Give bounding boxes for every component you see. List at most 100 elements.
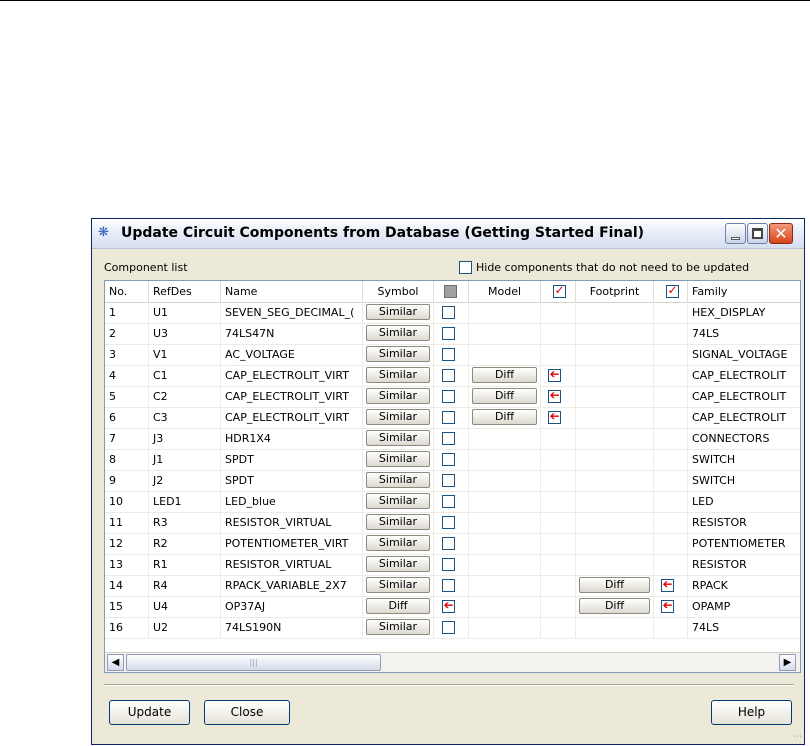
close-button[interactable]: Close: [204, 700, 290, 725]
table-row[interactable]: 4 C1 CAP_ELECTROLIT_VIRT Similar Diff ➔ CAP_EL…: [105, 365, 800, 387]
table-row[interactable]: 11 R3 RESISTOR_VIRTUAL Similar RESISTOR: [105, 512, 800, 534]
footprint-compare-button[interactable]: Diff: [579, 598, 650, 614]
symbol-update-checkbox[interactable]: ➔: [442, 598, 455, 613]
cell-name: CAP_ELECTROLIT_VIRT: [221, 407, 363, 428]
symbol-compare-button[interactable]: Similar: [366, 535, 430, 551]
symbol-update-checkbox[interactable]: [442, 369, 455, 382]
symbol-compare-button[interactable]: Similar: [366, 493, 430, 509]
cell-symbol-check: [434, 617, 469, 638]
symbol-compare-button[interactable]: Similar: [366, 388, 430, 404]
cell-refdes: J1: [149, 449, 221, 470]
title-bar[interactable]: ❋ Update Circuit Components from Databas…: [92, 219, 804, 249]
cell-no: 15: [105, 596, 149, 617]
symbol-compare-button[interactable]: Similar: [366, 367, 430, 383]
symbol-update-checkbox[interactable]: [442, 306, 455, 319]
symbol-compare-button[interactable]: Similar: [366, 472, 430, 488]
col-name-header[interactable]: Name: [221, 281, 363, 302]
symbol-update-checkbox[interactable]: [442, 495, 455, 508]
model-update-checkbox[interactable]: ➔: [548, 367, 561, 382]
resize-grip-icon[interactable]: ⋯: [793, 733, 802, 742]
table-row[interactable]: 8 J1 SPDT Similar SWITCH: [105, 449, 800, 471]
symbol-compare-button[interactable]: Similar: [366, 346, 430, 362]
table-row[interactable]: 16 U2 74LS190N Similar 74LS: [105, 617, 800, 639]
footprint-select-all-checkbox[interactable]: ✓: [666, 283, 679, 298]
model-compare-button[interactable]: Diff: [472, 409, 537, 425]
table-row[interactable]: 7 J3 HDR1X4 Similar CONNECTORS: [105, 428, 800, 450]
symbol-update-checkbox[interactable]: [442, 516, 455, 529]
cell-model: [469, 491, 541, 512]
close-window-button[interactable]: ✕: [769, 223, 793, 244]
table-row[interactable]: 13 R1 RESISTOR_VIRTUAL Similar RESISTOR: [105, 554, 800, 576]
cell-footprint-check: [654, 470, 688, 491]
cell-footprint: Diff: [576, 575, 654, 596]
symbol-update-checkbox[interactable]: [442, 453, 455, 466]
col-footprint-check-header: ✓: [654, 281, 688, 302]
col-no-header[interactable]: No.: [105, 281, 149, 302]
model-select-all-checkbox[interactable]: ✓: [553, 283, 566, 298]
symbol-compare-button[interactable]: Similar: [366, 619, 430, 635]
symbol-update-checkbox[interactable]: [442, 537, 455, 550]
cell-no: 7: [105, 428, 149, 449]
table-row[interactable]: 15 U4 OP37AJ Diff ➔ Diff ➔ OPAMP: [105, 596, 800, 618]
cell-refdes: C3: [149, 407, 221, 428]
symbol-update-checkbox[interactable]: [442, 411, 455, 424]
model-update-checkbox[interactable]: ➔: [548, 409, 561, 424]
symbol-compare-button[interactable]: Similar: [366, 430, 430, 446]
cell-model-check: [541, 428, 576, 449]
table-row[interactable]: 1 U1 SEVEN_SEG_DECIMAL_(Similar HEX_DISPLAY: [105, 302, 800, 324]
model-compare-button[interactable]: Diff: [472, 367, 537, 383]
table-row[interactable]: 5 C2 CAP_ELECTROLIT_VIRT Similar Diff ➔ CAP_EL…: [105, 386, 800, 408]
symbol-compare-button[interactable]: Similar: [366, 451, 430, 467]
table-row[interactable]: 12 R2 POTENTIOMETER_VIRT Similar POTENTIOMET…: [105, 533, 800, 555]
minimize-button[interactable]: [725, 223, 746, 244]
help-button[interactable]: Help: [711, 700, 792, 725]
symbol-compare-button[interactable]: Similar: [366, 325, 430, 341]
horizontal-scrollbar[interactable]: ◀ ||| ▶: [105, 652, 800, 672]
symbol-update-checkbox[interactable]: [442, 348, 455, 361]
symbol-update-checkbox[interactable]: [442, 558, 455, 571]
table-row[interactable]: 10 LED1 LED_blue Similar LED: [105, 491, 800, 513]
footprint-update-checkbox[interactable]: ➔: [661, 577, 674, 592]
scroll-left-arrow[interactable]: ◀: [107, 654, 124, 671]
symbol-compare-button[interactable]: Diff: [366, 598, 430, 614]
cell-family: RESISTOR: [688, 554, 800, 575]
cell-no: 10: [105, 491, 149, 512]
update-button[interactable]: Update: [109, 700, 190, 725]
maximize-button[interactable]: [747, 223, 768, 244]
col-model-header[interactable]: Model: [469, 281, 541, 302]
symbol-update-checkbox[interactable]: [442, 327, 455, 340]
cell-model-check: [541, 449, 576, 470]
col-refdes-header[interactable]: RefDes: [149, 281, 221, 302]
cell-refdes: LED1: [149, 491, 221, 512]
cell-symbol: Similar: [363, 617, 434, 638]
symbol-update-checkbox[interactable]: [442, 390, 455, 403]
scroll-right-arrow[interactable]: ▶: [779, 654, 796, 671]
table-row[interactable]: 3 V1 AC_VOLTAGE Similar SIGNAL_VOLTAGE: [105, 344, 800, 366]
model-compare-button[interactable]: Diff: [472, 388, 537, 404]
symbol-compare-button[interactable]: Similar: [366, 556, 430, 572]
table-row[interactable]: 6 C3 CAP_ELECTROLIT_VIRT Similar Diff ➔ CAP_EL…: [105, 407, 800, 429]
col-family-header[interactable]: Family: [688, 281, 800, 302]
symbol-compare-button[interactable]: Similar: [366, 514, 430, 530]
cell-symbol-check: [434, 575, 469, 596]
model-update-checkbox[interactable]: ➔: [548, 388, 561, 403]
footprint-update-checkbox[interactable]: ➔: [661, 598, 674, 613]
table-row[interactable]: 2 U3 74LS47N Similar 74LS: [105, 323, 800, 345]
hide-components-checkbox[interactable]: [459, 261, 472, 274]
symbol-compare-button[interactable]: Similar: [366, 577, 430, 593]
symbol-compare-button[interactable]: Similar: [366, 409, 430, 425]
symbol-select-all-checkbox[interactable]: [444, 285, 457, 298]
footprint-compare-button[interactable]: Diff: [579, 577, 650, 593]
table-row[interactable]: 9 J2 SPDT Similar SWITCH: [105, 470, 800, 492]
cell-symbol: Similar: [363, 386, 434, 407]
symbol-update-checkbox[interactable]: [442, 474, 455, 487]
col-footprint-header[interactable]: Footprint: [576, 281, 654, 302]
table-row[interactable]: 14 R4 RPACK_VARIABLE_2X7 Similar Diff ➔ RPACK: [105, 575, 800, 597]
symbol-update-checkbox[interactable]: [442, 579, 455, 592]
symbol-update-checkbox[interactable]: [442, 432, 455, 445]
cell-symbol-check: [434, 344, 469, 365]
col-symbol-header[interactable]: Symbol: [363, 281, 434, 302]
symbol-update-checkbox[interactable]: [442, 621, 455, 634]
symbol-compare-button[interactable]: Similar: [366, 304, 430, 320]
scroll-thumb[interactable]: |||: [126, 654, 381, 671]
